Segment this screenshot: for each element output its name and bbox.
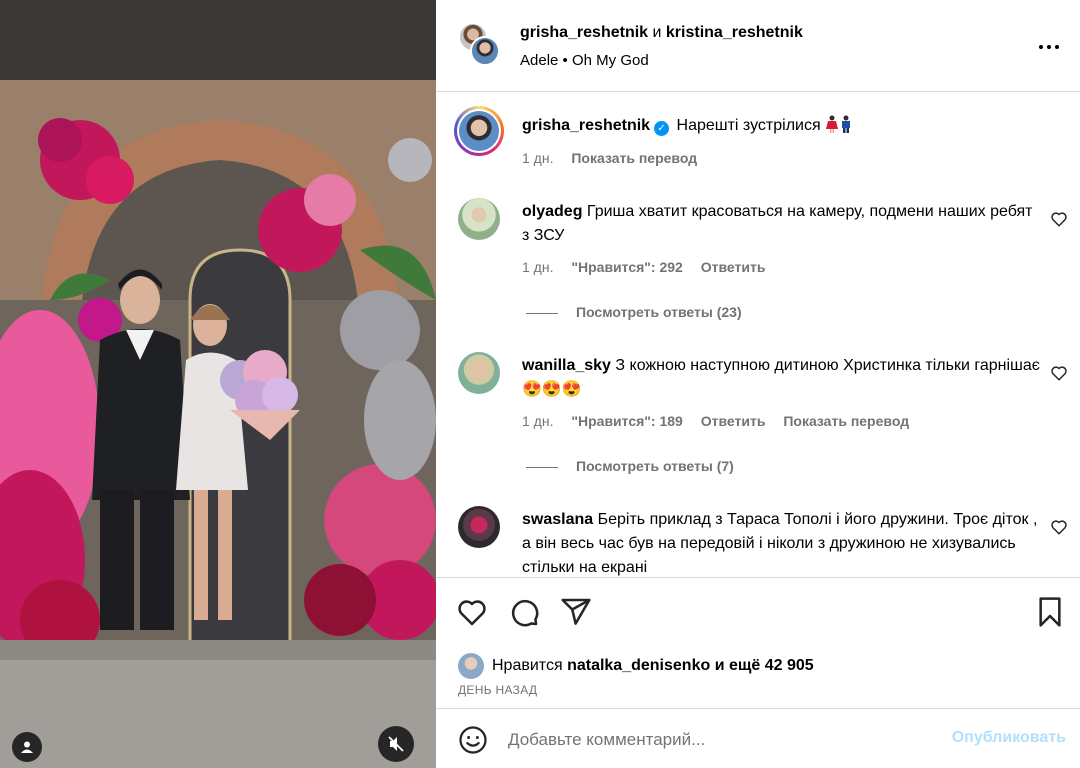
emoji-heart-eyes: 😍😍😍	[522, 381, 582, 398]
likes-summary[interactable]: Нравится natalka_denisenko и ещё 42 905	[458, 653, 814, 679]
user-tag-icon	[21, 741, 33, 753]
conjunction: и	[652, 24, 662, 41]
divider-line	[526, 466, 558, 468]
translate-link[interactable]: Показать перевод	[571, 150, 697, 166]
post-caption: grisha_reshetnik ✓ Нарешті зустрілися 1 д…	[436, 92, 1080, 182]
post-header: grisha_reshetnik и kristina_reshetnik Ad…	[436, 0, 1080, 92]
man-dancing-emoji-icon	[842, 115, 851, 133]
comment-body: З кожною наступною дитиною Христинка тіл…	[615, 357, 1040, 374]
comments-list[interactable]: grisha_reshetnik ✓ Нарешті зустрілися 1 д…	[436, 92, 1080, 576]
avatar	[458, 653, 484, 679]
comment-meta: 1 дн. "Нравится": 292 Ответить	[522, 259, 779, 275]
add-comment-bar: Опубликовать	[436, 708, 1080, 768]
likes-count[interactable]: и ещё 42 905	[715, 657, 814, 675]
comment-icon[interactable]	[508, 596, 540, 628]
reply-button[interactable]: Ответить	[701, 413, 766, 429]
collab-avatars[interactable]	[458, 22, 500, 66]
caption-time[interactable]: 1 дн.	[522, 150, 553, 166]
avatar	[470, 36, 500, 66]
comment-item: olyadeg Гриша хватит красоваться на каме…	[436, 192, 1080, 332]
comment-likes[interactable]: "Нравится": 292	[571, 259, 682, 275]
instagram-post-view: grisha_reshetnik и kristina_reshetnik Ad…	[0, 0, 1080, 768]
reply-button[interactable]: Ответить	[701, 259, 766, 275]
post-photo	[0, 0, 436, 768]
comment-like-heart-icon[interactable]	[1050, 518, 1068, 536]
tagged-users-button[interactable]	[12, 732, 42, 762]
verified-icon: ✓	[654, 121, 670, 136]
comment-like-heart-icon[interactable]	[1050, 364, 1068, 382]
likes-prefix: Нравится	[492, 657, 563, 674]
comment-time[interactable]: 1 дн.	[522, 413, 553, 429]
comment-text: swaslana Беріть приклад з Тараса Тополі …	[522, 508, 1042, 576]
share-icon[interactable]	[560, 596, 592, 628]
commenter-avatar[interactable]	[458, 352, 500, 394]
divider-line	[526, 312, 558, 314]
author-link[interactable]: kristina_reshetnik	[666, 24, 803, 41]
comment-item: wanilla_sky З кожною наступною дитиною Х…	[436, 346, 1080, 486]
post-time[interactable]: ДЕНЬ НАЗАД	[458, 683, 537, 697]
more-icon	[1037, 36, 1061, 54]
view-replies-label: Посмотреть ответы (7)	[576, 458, 734, 474]
post-details-panel: grisha_reshetnik и kristina_reshetnik Ad…	[436, 0, 1080, 768]
commenter-avatar[interactable]	[458, 198, 500, 240]
view-replies-button[interactable]: Посмотреть ответы (23)	[526, 304, 742, 320]
comment-text: wanilla_sky З кожною наступною дитиною Х…	[522, 354, 1042, 402]
view-replies-button[interactable]: Посмотреть ответы (7)	[526, 458, 734, 474]
audio-title: Oh My God	[571, 52, 649, 69]
mute-icon	[388, 736, 404, 752]
author-link[interactable]: grisha_reshetnik	[520, 24, 648, 41]
caption-meta: 1 дн. Показать перевод	[522, 150, 711, 166]
audio-track[interactable]: Adele • Oh My God	[520, 52, 649, 69]
comment-input[interactable]	[508, 727, 928, 753]
audio-artist: Adele	[520, 52, 559, 69]
comment-likes[interactable]: "Нравится": 189	[571, 413, 682, 429]
comment-username[interactable]: swaslana	[522, 511, 593, 528]
smiley-icon[interactable]	[458, 725, 488, 755]
post-actions: Нравится natalka_denisenko и ещё 42 905 …	[436, 577, 1080, 707]
commenter-avatar[interactable]	[458, 506, 500, 548]
comment-item: swaslana Беріть приклад з Тараса Тополі …	[436, 500, 1080, 576]
caption-body: Нарешті зустрілися	[676, 117, 821, 134]
comment-username[interactable]: olyadeg	[522, 203, 582, 220]
author-avatar[interactable]	[454, 106, 504, 156]
bookmark-icon[interactable]	[1034, 596, 1066, 628]
collab-authors: grisha_reshetnik и kristina_reshetnik	[520, 24, 803, 42]
publish-button[interactable]: Опубликовать	[940, 729, 1066, 747]
comment-body: Беріть приклад з Тараса Тополі і його др…	[522, 511, 1038, 576]
caption-username[interactable]: grisha_reshetnik	[522, 117, 650, 134]
comment-meta: 1 дн. "Нравится": 189 Ответить Показать …	[522, 413, 923, 429]
audio-separator: •	[562, 52, 568, 69]
comment-text: olyadeg Гриша хватит красоваться на каме…	[522, 200, 1042, 248]
post-media[interactable]	[0, 0, 436, 768]
caption-text: grisha_reshetnik ✓ Нарешті зустрілися	[522, 114, 1042, 138]
more-options-button[interactable]	[1034, 30, 1064, 60]
comment-time[interactable]: 1 дн.	[522, 259, 553, 275]
avatar	[459, 111, 499, 151]
comment-username[interactable]: wanilla_sky	[522, 357, 611, 374]
comment-body: Гриша хватит красоваться на камеру, подм…	[522, 203, 1033, 244]
view-replies-label: Посмотреть ответы (23)	[576, 304, 742, 320]
woman-dancing-emoji-icon	[826, 115, 839, 133]
mute-button[interactable]	[378, 726, 414, 762]
comment-like-heart-icon[interactable]	[1050, 210, 1068, 228]
translate-link[interactable]: Показать перевод	[783, 413, 909, 429]
likes-user[interactable]: natalka_denisenko	[567, 657, 710, 675]
heart-icon[interactable]	[456, 596, 488, 628]
